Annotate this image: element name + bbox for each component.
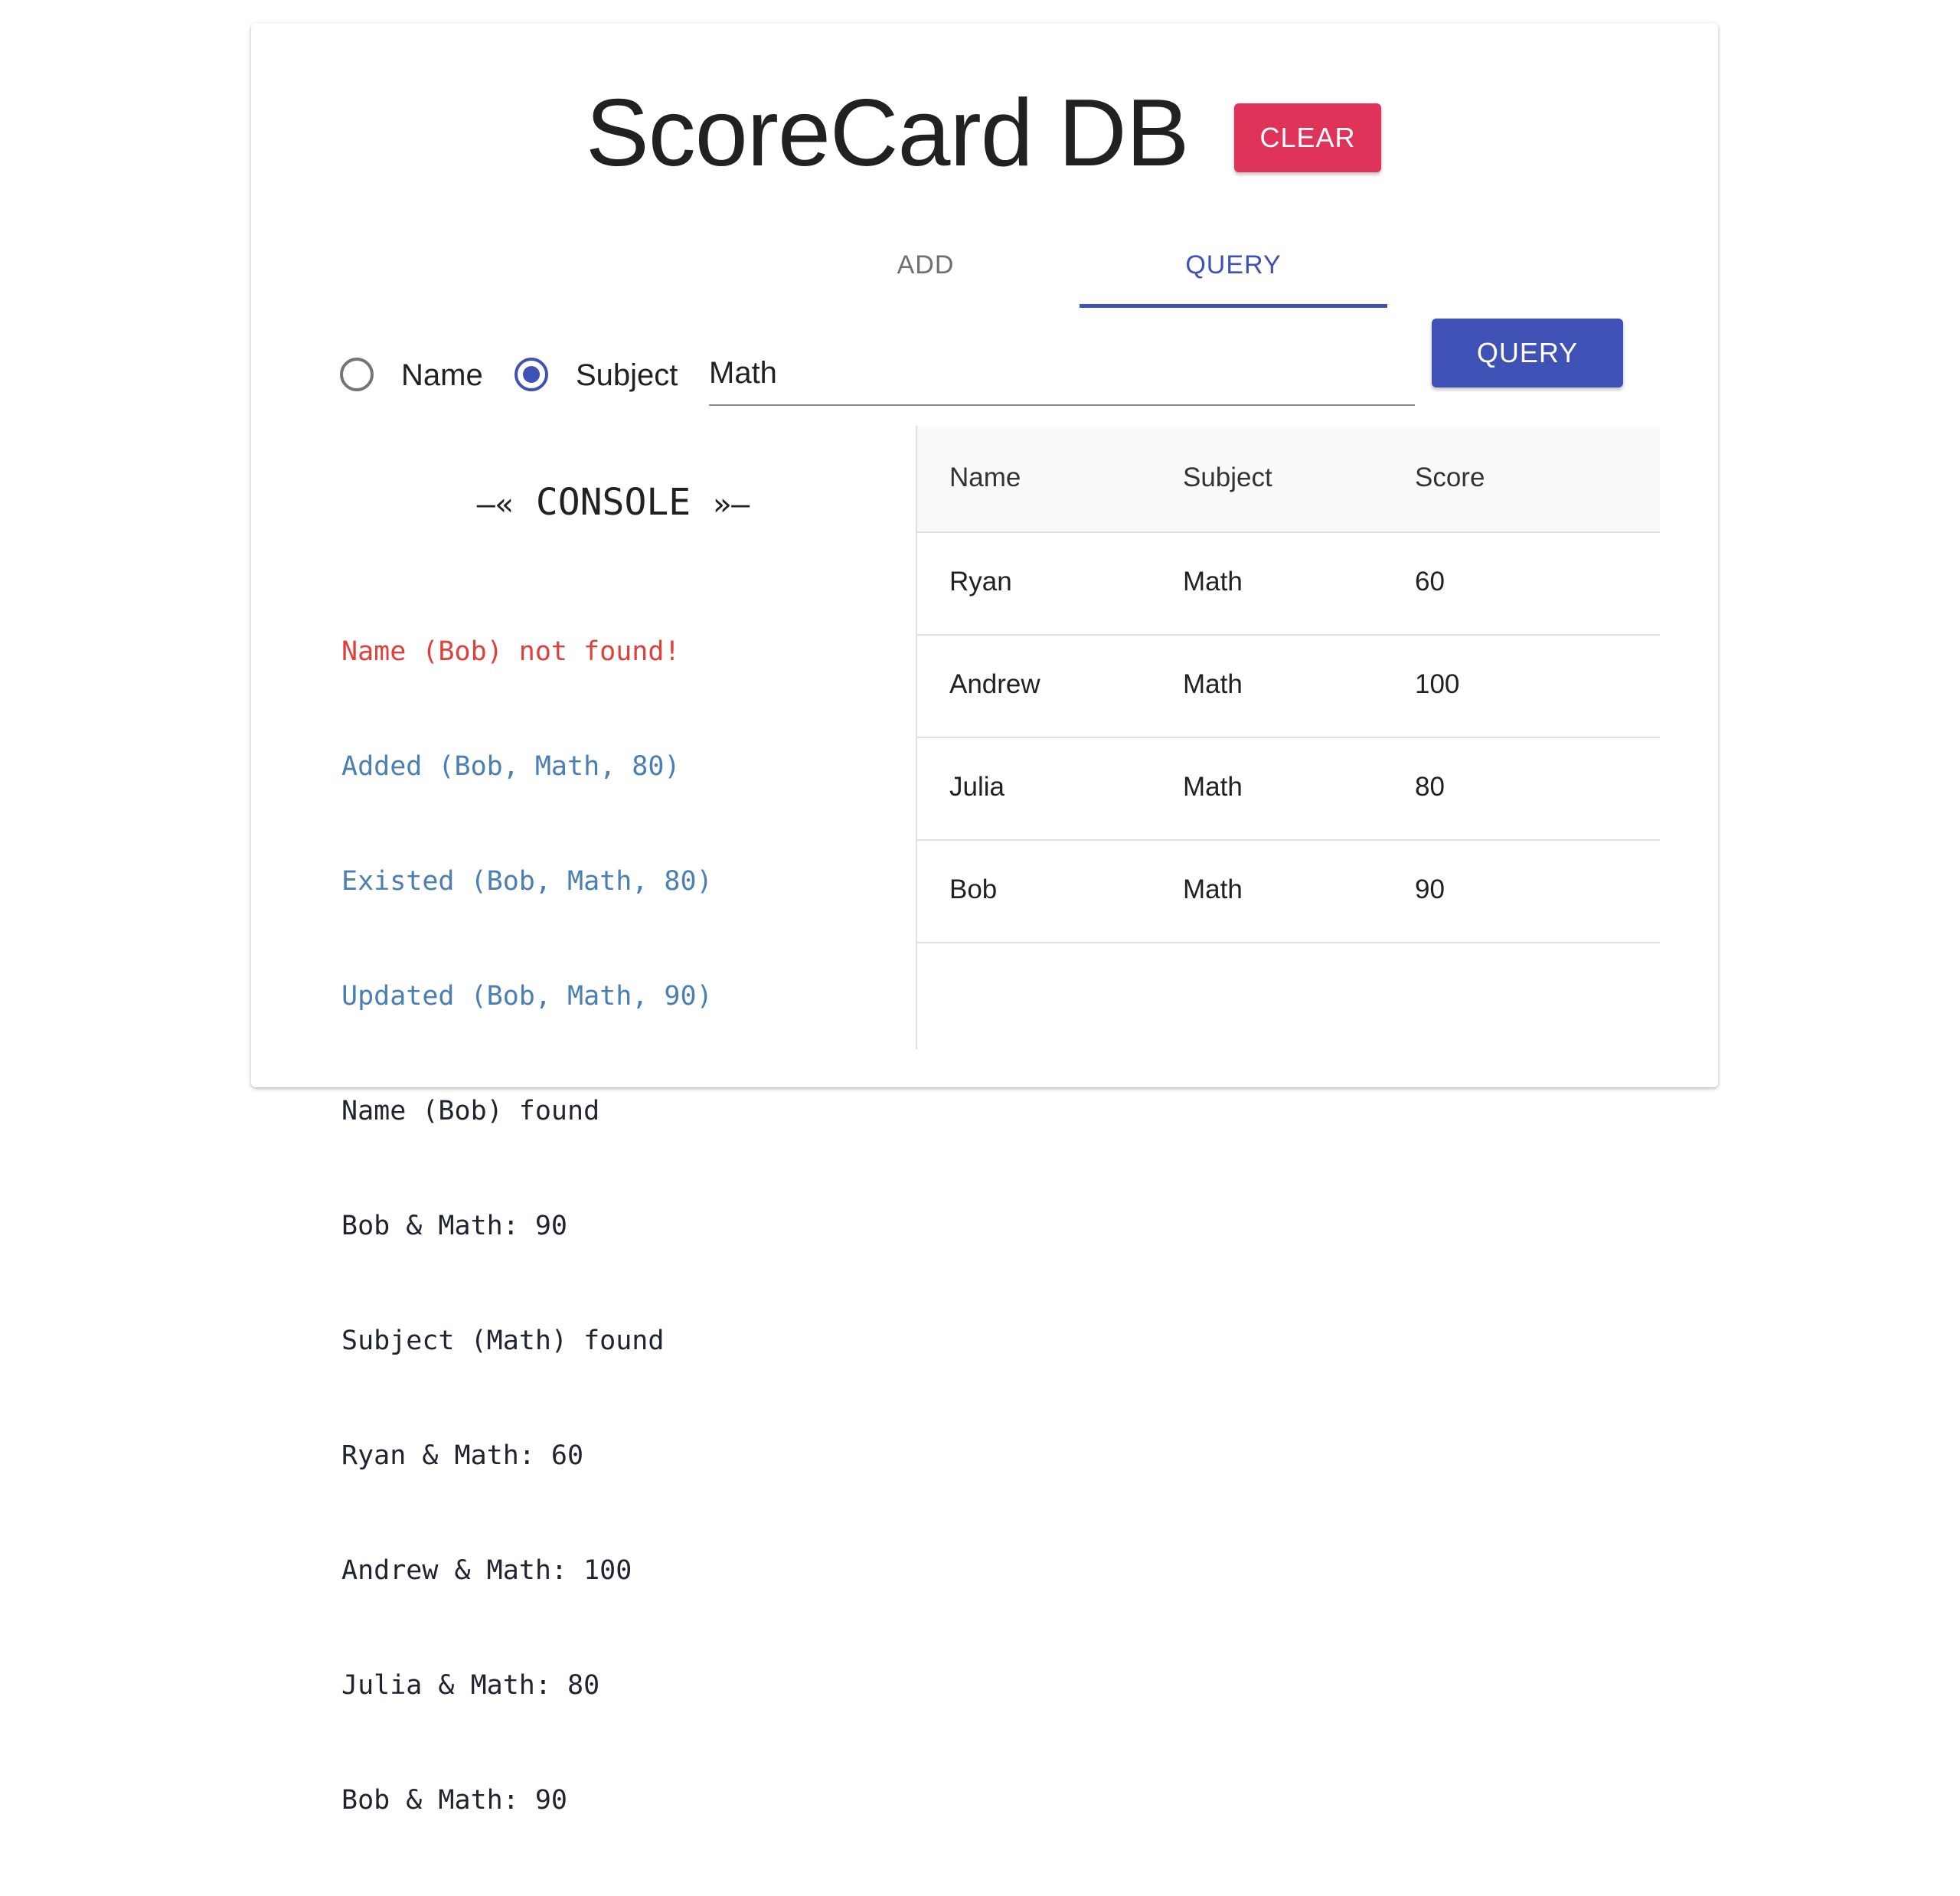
column-header-score: Score [1415,463,1485,492]
table-row: Ryan Math 60 [917,533,1660,636]
console-line: Julia & Math: 80 [341,1670,600,1701]
radio-name-label[interactable]: Name [401,357,483,394]
cell-score: 90 [1415,874,1445,904]
console-line: Ryan & Math: 60 [341,1440,584,1471]
cell-subject: Math [1183,669,1243,699]
active-tab-indicator [1080,304,1387,308]
console-line: Bob & Math: 90 [341,1211,568,1241]
cell-subject: Math [1183,874,1243,904]
clear-button[interactable]: CLEAR [1234,103,1381,172]
tab-query[interactable]: QUERY [1080,222,1387,308]
cell-subject: Math [1183,567,1243,597]
results-panel: —« CONSOLE »— Name (Bob) not found! Adde… [311,426,1660,1816]
table-header-row: Name Subject Score [917,426,1660,533]
table-row: Julia Math 80 [917,738,1660,841]
cell-name: Julia [949,772,1004,802]
radio-subject[interactable] [514,358,548,391]
query-button[interactable]: QUERY [1432,319,1623,387]
console-line: Name (Bob) not found! [341,636,681,667]
console-header: —« CONSOLE »— [311,479,916,528]
tab-bar: ADD QUERY [772,222,1418,308]
radio-subject-label[interactable]: Subject [576,357,678,394]
results-table: Name Subject Score Ryan Math 60 Andrew M… [917,426,1660,1049]
column-header-subject: Subject [1183,463,1272,492]
tab-add[interactable]: ADD [772,222,1080,308]
cell-name: Ryan [949,567,1012,597]
console-line: Added (Bob, Math, 80) [341,751,681,782]
cell-name: Andrew [949,669,1040,699]
console-title: CONSOLE [535,481,691,524]
table-row: Andrew Math 100 [917,636,1660,738]
query-input[interactable] [709,345,1415,406]
console-panel: —« CONSOLE »— Name (Bob) not found! Adde… [311,426,916,1816]
console-line: Existed (Bob, Math, 80) [341,866,713,897]
console-log: Name (Bob) not found! Added (Bob, Math, … [341,556,713,1896]
cell-score: 100 [1415,669,1460,699]
column-header-name: Name [949,463,1021,492]
cell-score: 80 [1415,772,1445,802]
scorecard-card: ScoreCard DB CLEAR ADD QUERY Name Subjec… [251,23,1718,1816]
console-line: Andrew & Math: 100 [341,1555,632,1586]
console-line: Bob & Math: 90 [341,1785,568,1816]
table-row: Bob Math 90 [917,841,1660,943]
app-title: ScoreCard DB [586,80,1189,186]
cell-name: Bob [949,874,998,904]
console-line: Subject (Math) found [341,1326,665,1356]
cell-score: 60 [1415,567,1445,597]
console-line: Name (Bob) found [341,1096,600,1126]
console-left-arrow-icon: —« [476,487,514,522]
console-line: Updated (Bob, Math, 90) [341,981,713,1012]
console-right-arrow-icon: »— [713,487,750,522]
radio-name[interactable] [340,358,374,391]
cell-subject: Math [1183,772,1243,802]
